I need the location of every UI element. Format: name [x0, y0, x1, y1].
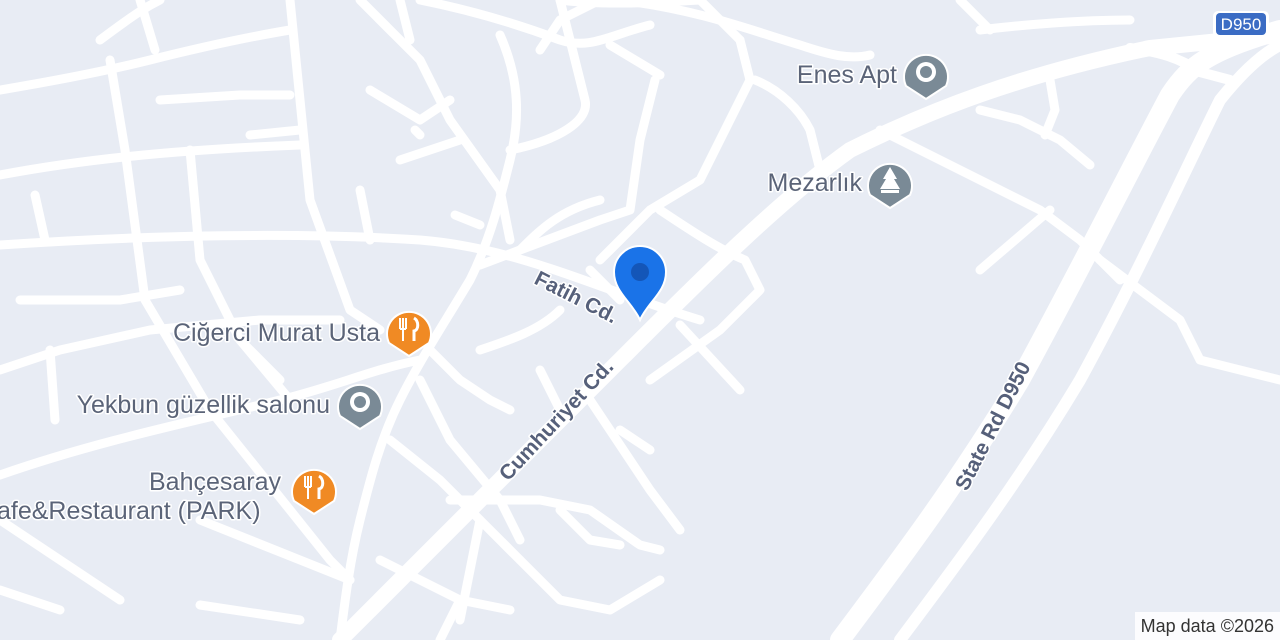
- poi-label-cigerci: Ciğerci Murat Usta: [173, 319, 380, 347]
- map-view[interactable]: Fatih Cd. Cumhuriyet Cd. State Rd D950 D…: [0, 0, 1280, 640]
- map-attribution[interactable]: Map data ©2026: [1134, 612, 1280, 640]
- highway-shield: D950: [1213, 11, 1269, 37]
- poi-label-bahcesaray-line1: Bahçesaray: [149, 468, 282, 496]
- poi-label-yekbun: Yekbun güzellik salonu: [77, 391, 330, 419]
- map-canvas[interactable]: Fatih Cd. Cumhuriyet Cd. State Rd D950 D…: [0, 0, 1280, 640]
- poi-label-enes-apt: Enes Apt: [797, 61, 897, 89]
- highway-shield-label: D950: [1221, 15, 1262, 34]
- poi-label-bahcesaray-line2: afe&Restaurant (PARK): [0, 497, 261, 525]
- poi-label-mezarlik: Mezarlık: [768, 169, 863, 197]
